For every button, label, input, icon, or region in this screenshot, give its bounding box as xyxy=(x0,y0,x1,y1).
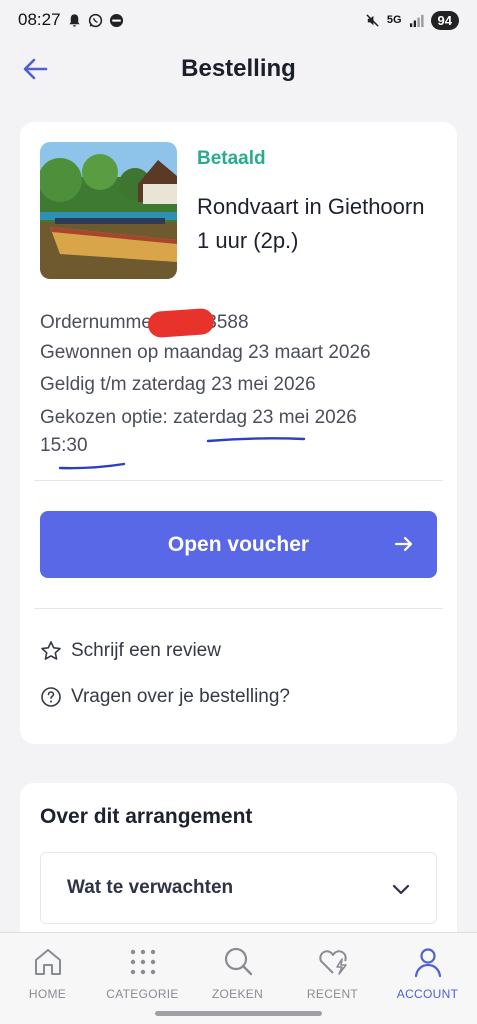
won-date: Gewonnen op maandag 23 maart 2026 xyxy=(40,342,371,363)
write-review-link[interactable]: Schrijf een review xyxy=(40,640,221,662)
section-title: Over dit arrangement xyxy=(40,805,253,828)
notification-bell-icon xyxy=(68,13,80,27)
nav-home[interactable]: HOME xyxy=(0,945,95,1001)
arrow-right-icon xyxy=(394,536,413,552)
back-button[interactable] xyxy=(20,54,50,84)
search-icon xyxy=(224,947,252,976)
divider xyxy=(34,608,443,609)
order-number-label: Ordernummer xyxy=(40,312,159,334)
write-review-label: Schrijf een review xyxy=(71,640,221,661)
chevron-down-icon xyxy=(392,884,410,895)
nav-categorie[interactable]: CATEGORIE xyxy=(95,945,190,1001)
person-icon xyxy=(414,948,441,978)
order-card: Betaald Rondvaart in Giethoorn 1 uur (2p… xyxy=(20,122,457,744)
nav-label: HOME xyxy=(28,987,67,1001)
valid-until: Geldig t/m zaterdag 23 mei 2026 xyxy=(40,374,316,395)
star-icon xyxy=(41,641,61,660)
nav-label: CATEGORIE xyxy=(106,987,179,1001)
nav-recent[interactable]: RECENT xyxy=(285,945,380,1001)
nav-label: RECENT xyxy=(306,987,359,1001)
status-bar: 08:27 5G 94 xyxy=(0,0,477,40)
arrow-left-icon xyxy=(23,58,48,80)
expander-label: Wat te verwachten xyxy=(67,877,234,898)
open-voucher-label: Open voucher xyxy=(167,532,310,556)
nav-account[interactable]: ACCOUNT xyxy=(380,945,475,1001)
redaction-scribble xyxy=(147,307,216,339)
nav-label: ZOEKEN xyxy=(211,987,264,1001)
pen-underline xyxy=(58,462,126,470)
questions-label: Vragen over je bestelling? xyxy=(71,686,290,707)
product-image xyxy=(40,142,177,279)
what-to-expect-expander[interactable]: Wat te verwachten xyxy=(40,852,437,924)
divider xyxy=(34,480,443,481)
pen-underline xyxy=(206,437,306,443)
status-badge: Betaald xyxy=(197,148,266,169)
product-title: Rondvaart in Giethoorn 1 uur (2p.) xyxy=(197,194,425,253)
open-voucher-button[interactable]: Open voucher xyxy=(40,511,437,578)
signal-icon xyxy=(409,14,424,27)
home-indicator[interactable] xyxy=(155,1011,322,1016)
order-number: Ordernummer 3588 xyxy=(40,307,249,339)
grid-icon xyxy=(130,949,155,975)
page-title: Bestelling xyxy=(181,55,296,82)
home-icon xyxy=(34,949,61,975)
chosen-time: 15:30 xyxy=(40,435,88,456)
nav-zoeken[interactable]: ZOEKEN xyxy=(190,945,285,1001)
whatsapp-icon xyxy=(88,13,102,27)
network-type: 5G xyxy=(386,14,402,26)
help-circle-icon xyxy=(41,687,61,707)
dnd-icon xyxy=(109,13,123,27)
muted-icon xyxy=(366,13,379,27)
questions-link[interactable]: Vragen over je bestelling? xyxy=(40,686,290,708)
app-bar: Bestelling xyxy=(0,40,477,98)
heart-flash-icon xyxy=(318,950,347,975)
chosen-option: Gekozen optie: zaterdag 23 mei 2026 xyxy=(40,407,357,428)
nav-label: ACCOUNT xyxy=(396,987,459,1001)
clock: 08:27 xyxy=(18,10,61,29)
battery-level: 94 xyxy=(430,10,459,30)
